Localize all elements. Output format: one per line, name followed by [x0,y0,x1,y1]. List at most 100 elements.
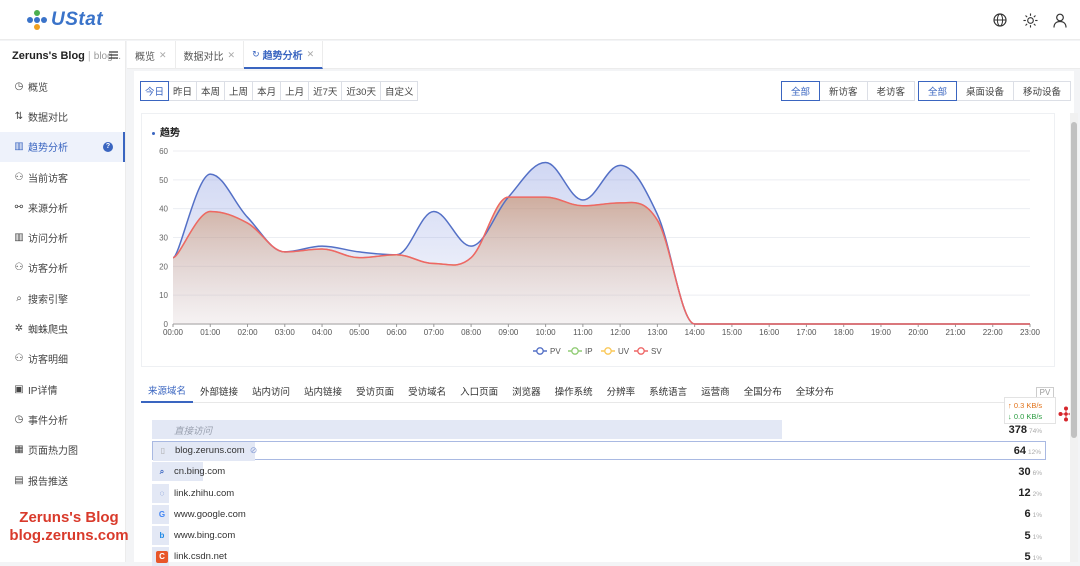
source-count: 5 1% [1024,530,1042,542]
sidebar-item[interactable]: ▦ 页面热力图 [0,435,125,465]
sidebar-item[interactable]: ▤ 报告推送 [0,465,125,495]
dimension-tab[interactable]: 运营商 [694,379,737,403]
source-row[interactable]: Clink.csdn.net 5 1% [152,547,1046,566]
visitor-filter-button[interactable]: 新访客 [819,81,868,101]
search-icon: ⌕ [16,292,22,304]
sidebar-item-label: 当前访客 [28,173,68,185]
dimension-tab[interactable]: 全国分布 [737,379,789,403]
sidebar-item[interactable]: ✲ 蜘蛛爬虫 [0,313,125,343]
sidebar-nav: ◷ 概览 ⇅ 数据对比 ▥ 趋势分析? ⚇ 当前访客 ⚯ 来源分析 ▥ 访问分析 ⚇ 访客分析 ⌕ 搜索引擎 ✲… [0,71,125,495]
scrollbar-thumb[interactable] [1071,122,1077,438]
report-icon: ▤ [14,474,24,486]
date-filter-button[interactable]: 上月 [280,81,310,101]
date-filter-button[interactable]: 近30天 [341,81,381,101]
dimension-tab[interactable]: 操作系统 [548,379,600,403]
help-icon[interactable]: ? [103,141,113,152]
source-domain[interactable]: cn.bing.com [174,466,225,477]
sidebar-item-label: 蜘蛛爬虫 [28,325,68,337]
tab-trend[interactable]: ↻ 趋势分析 ✕ [244,41,324,69]
close-icon[interactable]: ✕ [159,50,167,61]
source-domain[interactable]: www.bing.com [174,530,235,541]
page-scrollbar[interactable] [1070,113,1078,562]
app-logo[interactable]: UStat [27,8,103,32]
close-icon[interactable]: ✕ [307,49,315,60]
dimension-tab[interactable]: 受访域名 [401,379,453,403]
site-name: Zeruns's Blog [12,50,85,62]
source-domain[interactable]: www.google.com [174,509,246,520]
sidebar-item[interactable]: ▥ 访问分析 [0,222,125,252]
dimension-tab[interactable]: 系统语言 [642,379,694,403]
users-icon: ⚇ [14,262,24,274]
top-bar: UStat [0,0,1080,40]
date-filter-button[interactable]: 昨日 [168,81,198,101]
source-count: 5 1% [1024,551,1042,563]
share-icon: ⚯ [14,201,24,213]
visitor-filter-button[interactable]: 全部 [781,81,821,101]
sidebar-item[interactable]: ⚇ 当前访客 [0,162,125,192]
device-filter-button[interactable]: 桌面设备 [956,81,1015,101]
sidebar-item[interactable]: ⚇ 访客分析 [0,253,125,283]
dimension-tab[interactable]: 分辨率 [600,379,643,403]
count-value: 6 [1024,508,1031,521]
sidebar-item[interactable]: ⇅ 数据对比 [0,101,125,131]
source-count: 12 2% [1018,487,1042,499]
source-domain[interactable]: link.csdn.net [174,551,227,562]
share-bar [152,420,782,439]
compare-icon: ⇅ [14,110,24,122]
date-filter-button[interactable]: 上周 [224,81,254,101]
date-filter-button[interactable]: 近7天 [308,81,343,101]
source-domain[interactable]: link.zhihu.com [174,488,234,499]
tab-overview[interactable]: 概览 ✕ [127,41,176,69]
user-icon[interactable] [1052,8,1068,32]
source-domain[interactable]: blog.zeruns.com [175,445,245,456]
dimension-tab[interactable]: 站内访问 [245,379,297,403]
dimension-tab[interactable]: 站内链接 [297,379,349,403]
source-row[interactable]: ◌ link.zhihu.com 12 2% [152,483,1046,503]
page-icon: ▯ [160,446,166,456]
date-filter-button[interactable]: 自定义 [379,81,419,101]
tab-compare[interactable]: 数据对比 ✕ [176,41,245,69]
site-switcher[interactable]: Zeruns's Blog | blog... [0,41,125,71]
sidebar-item[interactable]: ⌕ 搜索引擎 [0,283,125,313]
dimension-tab[interactable]: 入口页面 [453,379,505,403]
sidebar-item[interactable]: ⚇ 访客明细 [0,344,125,374]
menu-icon[interactable] [109,50,118,62]
source-count: 30 6% [1018,466,1042,478]
refresh-icon[interactable]: ↻ [252,49,260,60]
device-filter-button[interactable]: 全部 [918,81,958,101]
sidebar-item[interactable]: ◷ 事件分析 [0,404,125,434]
source-row[interactable]: b www.bing.com 5 1% [152,526,1046,545]
source-row[interactable]: ⌕ cn.bing.com 30 6% [152,462,1046,482]
bar-chart-icon: ▥ [14,232,24,244]
sidebar-item[interactable]: ⚯ 来源分析 [0,192,125,222]
dimension-tab[interactable]: 来源域名 [141,379,194,403]
watermark-line2: blog.zeruns.com [9,527,129,544]
sidebar-item[interactable]: ◷ 概览 [0,71,125,101]
date-filter-button[interactable]: 本周 [196,81,226,101]
dimension-tabs: 来源域名 外部链接 站内访问 站内链接 受访页面 受访域名 入口页面 浏览器 操作系统 分辨率 系统… [141,379,1055,403]
source-row[interactable]: Gwww.google.com 6 1% [152,504,1046,524]
device-filter-button[interactable]: 移动设备 [1013,81,1072,101]
sidebar-item[interactable]: ▣ IP详情 [0,374,125,404]
clock-icon: ◷ [14,413,24,425]
visitor-filter-button[interactable]: 老访客 [866,81,916,101]
tab-label: 数据对比 [183,51,224,63]
close-icon[interactable]: ✕ [228,50,236,61]
date-filter-button[interactable]: 今日 [140,81,170,101]
sidebar-item-label: 访问分析 [28,234,68,246]
sidebar-item[interactable]: ▥ 趋势分析? [0,131,125,162]
sun-icon[interactable] [1022,8,1038,32]
heatmap-icon: ▦ [14,444,24,456]
dimension-tab[interactable]: 全球分布 [789,379,841,403]
dimension-tab[interactable]: 外部链接 [193,379,245,403]
external-link-icon[interactable]: ⊘ [250,445,258,456]
tab-label: 趋势分析 [262,50,303,62]
source-row[interactable]: 直接访问 378 74% [152,420,1046,439]
source-row[interactable]: ▯ blog.zeruns.com ⊘ 64 12% [152,441,1046,462]
upload-speed: ↑ 0.3 KB/s [1008,401,1043,410]
globe-icon[interactable] [992,8,1008,32]
date-filter-button[interactable]: 本月 [252,81,282,101]
dimension-tab[interactable]: 受访页面 [349,379,401,403]
dimension-tab[interactable]: 浏览器 [505,379,548,403]
watermark-line1: Zeruns's Blog [19,509,119,526]
